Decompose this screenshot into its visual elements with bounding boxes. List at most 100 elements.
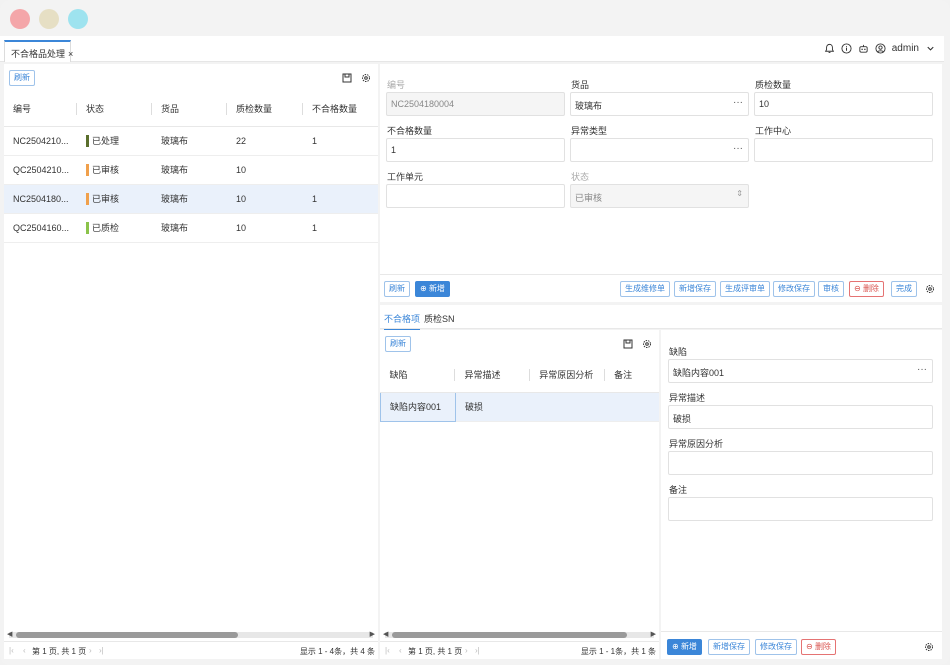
status-bar [86, 193, 89, 206]
more-icon[interactable]: ··· [917, 364, 927, 375]
form-toolbar: 刷新 ⊕ 新增 生成维修单 新增保存 生成评审单 修改保存 审核 ⊖ 删除 完成 [380, 274, 942, 302]
bell-icon[interactable] [824, 43, 835, 54]
last-page-icon[interactable]: ›| [475, 646, 480, 655]
form-refresh-button[interactable]: 刷新 [384, 281, 410, 297]
gear-icon[interactable] [642, 339, 652, 349]
abnormal-type-field[interactable]: ··· [570, 138, 749, 162]
sub-grid-header: 缺陷 异常描述 异常原因分析 备注 [380, 358, 659, 393]
generate-repair-button[interactable]: 生成维修单 [620, 281, 670, 297]
table-row[interactable]: 缺陷内容001 破损 [380, 391, 659, 422]
close-window-button[interactable] [10, 9, 30, 29]
gear-icon[interactable] [924, 642, 934, 652]
save-icon[interactable] [623, 339, 633, 349]
minus-circle-icon: ⊖ [854, 284, 863, 293]
abnormal-type-label: 异常类型 [571, 126, 608, 136]
desc-field[interactable]: 破损 [668, 405, 933, 429]
form-add-button[interactable]: ⊕ 新增 [415, 281, 450, 297]
table-row[interactable]: NC2504210... 已处理 玻璃布 22 1 [4, 126, 378, 156]
scroll-right-icon[interactable]: ▶ [651, 630, 656, 638]
more-icon[interactable]: ··· [733, 143, 743, 154]
left-pager: 第 1 页, 共 1 页 [32, 647, 87, 656]
item-field[interactable]: 玻璃布 ··· [570, 92, 749, 116]
next-page-icon[interactable]: › [465, 646, 468, 655]
tab-nonconforming-items[interactable]: 不合格项 [384, 312, 421, 331]
next-page-icon[interactable]: › [89, 646, 92, 655]
cell-bad [303, 155, 378, 185]
audit-button[interactable]: 审核 [818, 281, 844, 297]
defect-field[interactable]: 缺陷内容001 ··· [668, 359, 933, 383]
save-icon[interactable] [342, 73, 352, 83]
qty-field[interactable]: 10 [754, 92, 933, 116]
col-note[interactable]: 备注 [605, 358, 659, 393]
more-icon[interactable]: ··· [733, 97, 743, 108]
last-page-icon[interactable]: ›| [99, 646, 104, 655]
title-bar [0, 0, 950, 36]
save-edit-button[interactable]: 修改保存 [773, 281, 815, 297]
sub-horizontal-scrollbar[interactable]: ◀ ▶ [383, 630, 656, 638]
tab-qc-sn[interactable]: 质检SN [424, 312, 455, 325]
left-footer: |‹ ‹ 第 1 页, 共 1 页 › ›| 显示 1 - 4条，共 4 条 [4, 641, 378, 659]
cell-defect: 缺陷内容001 [380, 391, 456, 422]
scroll-right-icon[interactable]: ▶ [370, 630, 375, 638]
form-panel: 编号 NC2504180004 货品 玻璃布 ··· 质检数量 10 不合格数量 … [380, 64, 942, 302]
cause-field[interactable] [668, 451, 933, 475]
col-bad[interactable]: 不合格数量 [303, 92, 378, 127]
list-panel: 刷新 编号 状态 货品 质检数量 不合格数量 NC2504210... 已处理 … [4, 64, 378, 659]
col-status[interactable]: 状态 [77, 92, 152, 127]
info-icon[interactable] [841, 43, 852, 54]
maximize-window-button[interactable] [68, 9, 88, 29]
gear-icon[interactable] [925, 284, 935, 294]
cell-status: 已处理 [77, 126, 152, 156]
note-field[interactable] [668, 497, 933, 521]
col-defect-label: 缺陷 [389, 370, 408, 381]
status-bar [86, 135, 89, 148]
col-code[interactable]: 编号 [4, 92, 77, 127]
detail-delete-button[interactable]: ⊖ 删除 [801, 639, 836, 655]
status-text: 已审核 [92, 164, 120, 175]
chevron-down-icon[interactable] [925, 43, 936, 54]
table-row[interactable]: QC2504160... 已质检 玻璃布 10 1 [4, 213, 378, 243]
left-horizontal-scrollbar[interactable]: ◀ ▶ [7, 630, 375, 638]
detail-add-button[interactable]: ⊕ 新增 [667, 639, 702, 655]
tab-nonconforming[interactable]: 不合格品处理 × [4, 40, 73, 62]
complete-button[interactable]: 完成 [891, 281, 917, 297]
save-new-button[interactable]: 新增保存 [674, 281, 716, 297]
sub-refresh-button[interactable]: 刷新 [385, 336, 411, 352]
scrollbar-thumb[interactable] [392, 632, 627, 638]
delete-button[interactable]: ⊖ 删除 [849, 281, 884, 297]
first-page-icon[interactable]: |‹ [9, 646, 14, 655]
robot-icon[interactable] [858, 43, 869, 54]
detail-save-new-button[interactable]: 新增保存 [708, 639, 750, 655]
work-unit-field[interactable] [386, 184, 565, 208]
status-label: 状态 [571, 172, 590, 182]
user-icon[interactable] [875, 43, 886, 54]
generate-review-button[interactable]: 生成评审单 [720, 281, 770, 297]
left-refresh-button[interactable]: 刷新 [9, 70, 35, 86]
defect-label: 缺陷 [669, 347, 688, 357]
left-summary: 显示 1 - 4条，共 4 条 [299, 647, 375, 656]
col-desc[interactable]: 异常描述 [455, 358, 531, 393]
table-row[interactable]: NC2504180... 已审核 玻璃布 10 1 [4, 184, 378, 214]
prev-page-icon[interactable]: ‹ [399, 646, 402, 655]
sub-footer: |‹ ‹ 第 1 页, 共 1 页 › ›| 显示 1 - 1条，共 1 条 [380, 641, 659, 659]
status-bar [86, 164, 89, 177]
prev-page-icon[interactable]: ‹ [23, 646, 26, 655]
bad-field[interactable]: 1 [386, 138, 565, 162]
cause-label: 异常原因分析 [669, 439, 724, 449]
col-defect[interactable]: 缺陷 [380, 358, 456, 393]
scroll-left-icon[interactable]: ◀ [7, 630, 12, 638]
close-icon[interactable]: × [68, 49, 73, 59]
col-item[interactable]: 货品 [152, 92, 227, 127]
col-cause[interactable]: 异常原因分析 [530, 358, 606, 393]
qty-label: 质检数量 [755, 80, 792, 90]
work-center-field[interactable] [754, 138, 933, 162]
table-row[interactable]: QC2504210... 已审核 玻璃布 10 [4, 155, 378, 185]
first-page-icon[interactable]: |‹ [385, 646, 390, 655]
minimize-window-button[interactable] [39, 9, 59, 29]
user-name[interactable]: admin [892, 43, 919, 54]
detail-save-edit-button[interactable]: 修改保存 [755, 639, 797, 655]
scrollbar-thumb[interactable] [16, 632, 238, 638]
gear-icon[interactable] [361, 73, 371, 83]
scroll-left-icon[interactable]: ◀ [383, 630, 388, 638]
col-qty[interactable]: 质检数量 [227, 92, 303, 127]
